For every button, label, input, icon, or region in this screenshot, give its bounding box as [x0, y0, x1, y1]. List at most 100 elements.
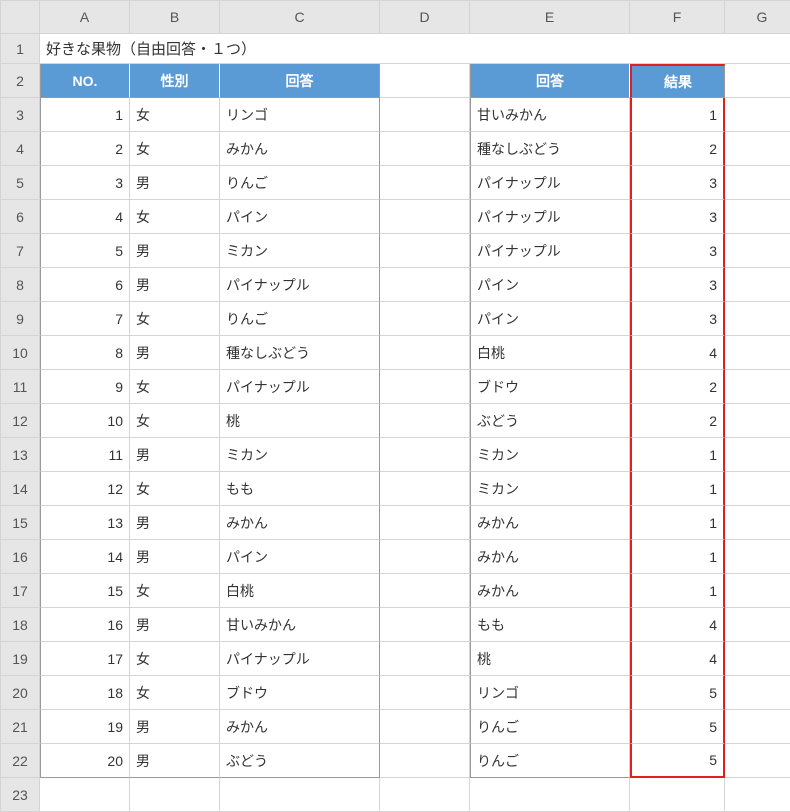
- cell-c13[interactable]: ミカン: [220, 438, 380, 472]
- cell-a5[interactable]: 3: [40, 166, 130, 200]
- cell-d11[interactable]: [380, 370, 470, 404]
- cell-d15[interactable]: [380, 506, 470, 540]
- cell-c9[interactable]: りんご: [220, 302, 380, 336]
- row-header-20[interactable]: 20: [0, 676, 40, 710]
- cell-a23[interactable]: [40, 778, 130, 812]
- cell-f5[interactable]: 3: [630, 166, 725, 200]
- cell-d13[interactable]: [380, 438, 470, 472]
- cell-d8[interactable]: [380, 268, 470, 302]
- cell-e13[interactable]: ミカン: [470, 438, 630, 472]
- cell-b4[interactable]: 女: [130, 132, 220, 166]
- cell-a22[interactable]: 20: [40, 744, 130, 778]
- cell-c15[interactable]: みかん: [220, 506, 380, 540]
- cell-d10[interactable]: [380, 336, 470, 370]
- cell-g8[interactable]: [725, 268, 790, 302]
- cell-f11[interactable]: 2: [630, 370, 725, 404]
- cell-g16[interactable]: [725, 540, 790, 574]
- cell-c4[interactable]: みかん: [220, 132, 380, 166]
- cell-g20[interactable]: [725, 676, 790, 710]
- cell-f18[interactable]: 4: [630, 608, 725, 642]
- cell-a6[interactable]: 4: [40, 200, 130, 234]
- cell-g14[interactable]: [725, 472, 790, 506]
- row-header-9[interactable]: 9: [0, 302, 40, 336]
- cell-d21[interactable]: [380, 710, 470, 744]
- row-header-19[interactable]: 19: [0, 642, 40, 676]
- cell-c21[interactable]: みかん: [220, 710, 380, 744]
- row-header-21[interactable]: 21: [0, 710, 40, 744]
- cell-c10[interactable]: 種なしぶどう: [220, 336, 380, 370]
- cell-g2[interactable]: [725, 64, 790, 98]
- cell-f21[interactable]: 5: [630, 710, 725, 744]
- cell-a8[interactable]: 6: [40, 268, 130, 302]
- cell-b8[interactable]: 男: [130, 268, 220, 302]
- cell-b10[interactable]: 男: [130, 336, 220, 370]
- cell-g3[interactable]: [725, 98, 790, 132]
- row-header-7[interactable]: 7: [0, 234, 40, 268]
- cell-e11[interactable]: ブドウ: [470, 370, 630, 404]
- row-header-12[interactable]: 12: [0, 404, 40, 438]
- cell-d4[interactable]: [380, 132, 470, 166]
- col-header-d[interactable]: D: [380, 0, 470, 34]
- cell-g4[interactable]: [725, 132, 790, 166]
- cell-g19[interactable]: [725, 642, 790, 676]
- cell-g18[interactable]: [725, 608, 790, 642]
- cell-d14[interactable]: [380, 472, 470, 506]
- row-header-10[interactable]: 10: [0, 336, 40, 370]
- cell-d20[interactable]: [380, 676, 470, 710]
- cell-e15[interactable]: みかん: [470, 506, 630, 540]
- cell-a7[interactable]: 5: [40, 234, 130, 268]
- cell-g5[interactable]: [725, 166, 790, 200]
- cell-g22[interactable]: [725, 744, 790, 778]
- cell-d2[interactable]: [380, 64, 470, 98]
- cell-e16[interactable]: みかん: [470, 540, 630, 574]
- cell-e3[interactable]: 甘いみかん: [470, 98, 630, 132]
- cell-c17[interactable]: 白桃: [220, 574, 380, 608]
- row-header-16[interactable]: 16: [0, 540, 40, 574]
- cell-d9[interactable]: [380, 302, 470, 336]
- cell-c22[interactable]: ぶどう: [220, 744, 380, 778]
- cell-c7[interactable]: ミカン: [220, 234, 380, 268]
- cell-g9[interactable]: [725, 302, 790, 336]
- row-header-13[interactable]: 13: [0, 438, 40, 472]
- cell-b21[interactable]: 男: [130, 710, 220, 744]
- cell-f12[interactable]: 2: [630, 404, 725, 438]
- row-header-17[interactable]: 17: [0, 574, 40, 608]
- cell-f23[interactable]: [630, 778, 725, 812]
- cell-b9[interactable]: 女: [130, 302, 220, 336]
- cell-g17[interactable]: [725, 574, 790, 608]
- cell-c23[interactable]: [220, 778, 380, 812]
- cell-b14[interactable]: 女: [130, 472, 220, 506]
- cell-e20[interactable]: リンゴ: [470, 676, 630, 710]
- cell-c11[interactable]: パイナップル: [220, 370, 380, 404]
- cell-f16[interactable]: 1: [630, 540, 725, 574]
- cell-c20[interactable]: ブドウ: [220, 676, 380, 710]
- cell-b20[interactable]: 女: [130, 676, 220, 710]
- cell-e5[interactable]: パイナップル: [470, 166, 630, 200]
- cell-b11[interactable]: 女: [130, 370, 220, 404]
- row-header-11[interactable]: 11: [0, 370, 40, 404]
- cell-f4[interactable]: 2: [630, 132, 725, 166]
- cell-e19[interactable]: 桃: [470, 642, 630, 676]
- col-header-f[interactable]: F: [630, 0, 725, 34]
- cell-d22[interactable]: [380, 744, 470, 778]
- row-header-3[interactable]: 3: [0, 98, 40, 132]
- cell-f7[interactable]: 3: [630, 234, 725, 268]
- cell-f6[interactable]: 3: [630, 200, 725, 234]
- cell-a19[interactable]: 17: [40, 642, 130, 676]
- cell-b3[interactable]: 女: [130, 98, 220, 132]
- cell-b12[interactable]: 女: [130, 404, 220, 438]
- row-header-2[interactable]: 2: [0, 64, 40, 98]
- cell-a21[interactable]: 19: [40, 710, 130, 744]
- cell-g13[interactable]: [725, 438, 790, 472]
- row-header-23[interactable]: 23: [0, 778, 40, 812]
- cell-a14[interactable]: 12: [40, 472, 130, 506]
- cell-a16[interactable]: 14: [40, 540, 130, 574]
- title-cell[interactable]: 好きな果物（自由回答・１つ）: [40, 34, 790, 64]
- cell-f14[interactable]: 1: [630, 472, 725, 506]
- cell-f20[interactable]: 5: [630, 676, 725, 710]
- cell-c3[interactable]: リンゴ: [220, 98, 380, 132]
- cell-f17[interactable]: 1: [630, 574, 725, 608]
- cell-e18[interactable]: もも: [470, 608, 630, 642]
- col-header-c[interactable]: C: [220, 0, 380, 34]
- cell-e23[interactable]: [470, 778, 630, 812]
